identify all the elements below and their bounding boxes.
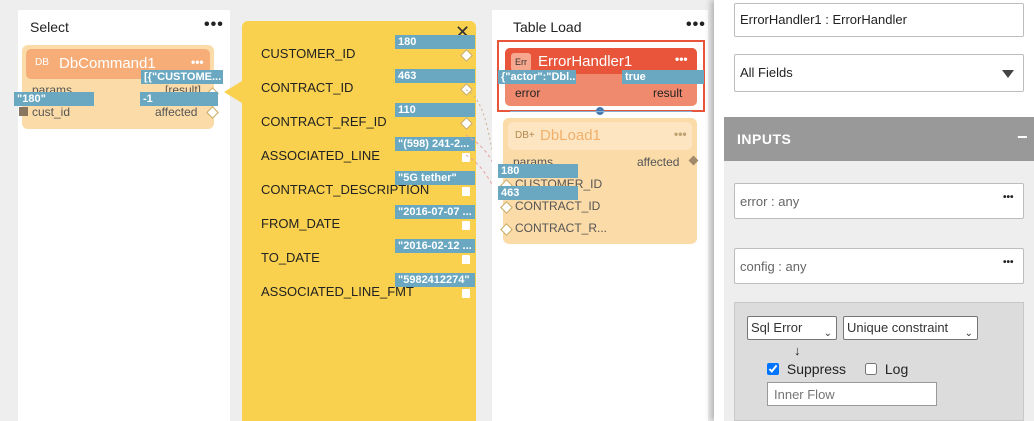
- log-checkbox-input[interactable]: [865, 363, 877, 375]
- error-input-field[interactable]: error : any •••: [734, 183, 1024, 219]
- error-subtype-select[interactable]: Unique constraint ⌄: [843, 316, 978, 340]
- chevron-down-icon: ⌄: [964, 328, 973, 339]
- more-dots-icon[interactable]: •••: [204, 17, 224, 33]
- node-name: ErrorHandler1: [538, 53, 633, 70]
- db-plus-icon: DB+: [515, 130, 535, 141]
- output-port-icon[interactable]: [688, 155, 699, 166]
- properties-panel: ErrorHandler1 : ErrorHandler All Fields …: [714, 0, 1034, 421]
- output-port-icon[interactable]: [462, 289, 470, 298]
- output-port-icon[interactable]: [462, 221, 470, 230]
- error-subtype-value: Unique constraint: [847, 320, 949, 335]
- fields-filter-select[interactable]: All Fields: [734, 54, 1024, 92]
- output-port-icon[interactable]: [462, 255, 470, 264]
- down-arrow-icon: ↓: [794, 343, 801, 358]
- inputs-header-label: INPUTS: [737, 131, 792, 147]
- result-value-tag: [{"CUSTOME...: [141, 70, 223, 84]
- suppress-checkbox[interactable]: Suppress: [767, 361, 846, 377]
- log-label: Log: [884, 361, 909, 377]
- dbload-field-label: CONTRACT_R...: [515, 221, 608, 235]
- err-icon: Err: [511, 53, 531, 71]
- db-icon: DB: [35, 57, 49, 68]
- more-dots-icon[interactable]: •••: [191, 55, 204, 69]
- error-value-tag: {"actor":"Dbl...: [498, 70, 576, 84]
- dbload-field-value-tag: 463: [498, 186, 578, 200]
- result-field-label: ASSOCIATED_LINE_FMT: [261, 284, 414, 299]
- result-field-label: CONTRACT_REF_ID: [261, 114, 387, 129]
- affected-label: affected: [637, 155, 680, 169]
- dbload-field-label: CONTRACT_ID: [515, 199, 601, 213]
- cust-id-label: cust_id: [32, 105, 71, 119]
- result-value-tag: true: [622, 70, 704, 84]
- error-type-select[interactable]: Sql Error ⌄: [747, 316, 837, 340]
- result-field-label: TO_DATE: [261, 250, 320, 265]
- log-checkbox[interactable]: Log: [865, 361, 908, 377]
- error-type-value: Sql Error: [751, 320, 803, 335]
- dbload-header[interactable]: DB+ DbLoad1 •••: [508, 122, 692, 150]
- node-name-field[interactable]: ErrorHandler1 : ErrorHandler: [734, 3, 1024, 37]
- config-input-field[interactable]: config : any •••: [734, 248, 1024, 284]
- input-port-square-icon[interactable]: [19, 107, 28, 116]
- node-name-field-value: ErrorHandler1 : ErrorHandler: [740, 12, 907, 27]
- more-dots-icon[interactable]: •••: [675, 52, 688, 66]
- error-input-text: error : any: [740, 194, 800, 209]
- dbcommand-node[interactable]: DB DbCommand1 ••• params [result] cust_i…: [19, 45, 219, 129]
- chevron-down-icon: ⌄: [823, 328, 832, 339]
- inputs-section-header[interactable]: INPUTS −: [724, 117, 1034, 161]
- column-title: Select: [30, 19, 69, 35]
- minus-icon[interactable]: −: [1017, 127, 1028, 148]
- suppress-label: Suppress: [786, 361, 847, 377]
- error-port-label: error: [515, 86, 541, 100]
- connector-line: [510, 111, 692, 112]
- result-port-label: result: [653, 86, 683, 100]
- dbload-field-value-tag: 180: [498, 164, 578, 178]
- result-field-value-tag: "2016-02-12 ...: [395, 239, 475, 253]
- node-name: DbLoad1: [540, 127, 601, 144]
- fields-filter-value: All Fields: [740, 65, 793, 80]
- affected-label: affected: [155, 105, 198, 119]
- result-field-value-tag: "5982412274": [395, 273, 475, 287]
- config-input-text: config : any: [740, 259, 807, 274]
- connector-pointer-icon: [224, 81, 242, 103]
- more-dots-icon[interactable]: •••: [674, 127, 687, 141]
- more-dots-icon[interactable]: •••: [1003, 257, 1014, 268]
- cust-id-value-tag: "180": [14, 92, 94, 106]
- affected-value-tag: -1: [140, 92, 218, 106]
- suppress-checkbox-input[interactable]: [767, 363, 779, 375]
- result-field-label: CONTRACT_ID: [261, 80, 354, 95]
- result-field-value-tag: "2016-07-07 ...: [395, 205, 475, 219]
- dropdown-arrow-icon: [1002, 70, 1014, 78]
- inner-flow-input[interactable]: [767, 382, 937, 406]
- result-field-label: ASSOCIATED_LINE: [261, 148, 380, 163]
- more-dots-icon[interactable]: •••: [686, 17, 706, 33]
- result-field-label: FROM_DATE: [261, 216, 341, 231]
- result-field-label: CUSTOMER_ID: [261, 46, 356, 61]
- more-dots-icon[interactable]: •••: [1003, 192, 1014, 203]
- column-title: Table Load: [513, 19, 582, 35]
- config-editor: Sql Error ⌄ Unique constraint ⌄ ↓ Suppre…: [734, 302, 1024, 421]
